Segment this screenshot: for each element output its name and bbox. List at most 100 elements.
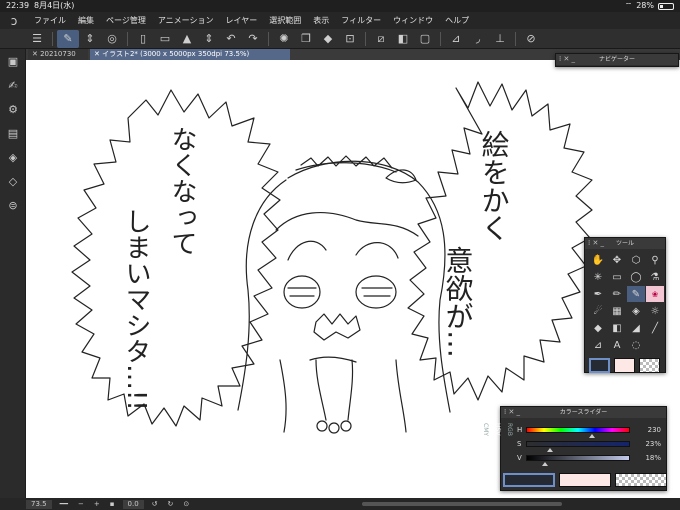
menu-selection[interactable]: 選択範囲 xyxy=(263,15,307,26)
menu-help[interactable]: ヘルプ xyxy=(439,15,475,26)
zoom-out-icon[interactable]: − xyxy=(73,498,89,510)
horizontal-scrollbar[interactable] xyxy=(362,502,562,506)
menu-page[interactable]: ページ管理 xyxy=(100,15,152,26)
mode-tab-hsv[interactable]: HSV xyxy=(491,421,503,438)
brush-add-icon[interactable]: ✍ xyxy=(0,73,26,97)
transparent-color-swatch[interactable] xyxy=(639,358,660,373)
text-tool-icon[interactable]: A xyxy=(608,337,626,353)
menu-file[interactable]: ファイル xyxy=(28,15,72,26)
figure-tool-icon[interactable]: ◢ xyxy=(627,320,645,336)
main-color-swatch[interactable] xyxy=(589,358,610,373)
material-icon[interactable]: ▤ xyxy=(0,121,26,145)
line-tool-icon[interactable]: ╱ xyxy=(646,320,664,336)
selection-icon[interactable]: ▢ xyxy=(414,30,436,48)
updown-arrows-icon[interactable]: ⇕ xyxy=(198,30,220,48)
blend-tool-icon[interactable]: ☼ xyxy=(646,303,664,319)
menu-animation[interactable]: アニメーション xyxy=(152,15,220,26)
gradient-tool-icon[interactable]: ◧ xyxy=(608,320,626,336)
close-icon[interactable]: ✕ xyxy=(32,50,40,58)
document-tab-1[interactable]: ✕ 20210730 xyxy=(28,49,88,60)
fill-bucket-icon[interactable]: ◆ xyxy=(317,30,339,48)
move-tool-icon[interactable]: ✥ xyxy=(608,252,626,268)
close-icon[interactable]: ✕ xyxy=(94,50,102,58)
saturation-slider[interactable] xyxy=(526,441,630,447)
zoom-in-icon[interactable]: + xyxy=(89,498,105,510)
menu-window[interactable]: ウィンドウ xyxy=(387,15,439,26)
redo-icon[interactable]: ↷ xyxy=(242,30,264,48)
object-tool-icon[interactable]: ⬡ xyxy=(627,252,645,268)
menu-edit[interactable]: 編集 xyxy=(72,15,100,26)
airbrush-icon[interactable]: ☄ xyxy=(589,303,607,319)
tool-panel-header[interactable]: ⁞ ✕ _ ツール xyxy=(585,238,665,249)
gradient-icon[interactable]: ▦ xyxy=(608,303,626,319)
lasso-icon[interactable]: ◯ xyxy=(627,269,645,285)
reset-rotation-icon[interactable]: ⊙ xyxy=(178,498,194,510)
new-file-icon[interactable]: ▯ xyxy=(132,30,154,48)
layers-icon[interactable]: ◇ xyxy=(0,169,26,193)
zoom-tool-icon[interactable]: ⚲ xyxy=(646,252,664,268)
pencil-tool-icon[interactable]: ✏ xyxy=(608,286,626,302)
crop-icon[interactable]: ◧ xyxy=(392,30,414,48)
hue-value[interactable]: 230 xyxy=(635,426,661,434)
hand-tool-icon[interactable]: ✋ xyxy=(589,252,607,268)
transparent-color-swatch[interactable] xyxy=(615,473,667,487)
sub-color-swatch[interactable] xyxy=(559,473,611,487)
color-slider-header[interactable]: ⁞ ✕ _ カラースライダー xyxy=(501,407,666,418)
zoom-field[interactable]: 73.5 xyxy=(26,499,52,509)
mode-tab-cmy[interactable]: CMY xyxy=(479,421,491,438)
copy-icon[interactable]: ❐ xyxy=(295,30,317,48)
pen-tool-icon[interactable]: ✒ xyxy=(589,286,607,302)
search-icon[interactable]: ⊜ xyxy=(0,193,26,217)
loading-spinner-icon[interactable]: ✺ xyxy=(273,30,295,48)
rotate-left-icon[interactable]: ↺ xyxy=(147,498,163,510)
rotate-right-icon[interactable]: ↻ xyxy=(163,498,179,510)
value-value[interactable]: 18% xyxy=(635,454,661,462)
edit-ruler-icon[interactable]: ⊘ xyxy=(520,30,542,48)
eyedropper-icon[interactable]: ⚗ xyxy=(646,269,664,285)
menu-view[interactable]: 表示 xyxy=(307,15,335,26)
select-tool-icon[interactable]: ▭ xyxy=(608,269,626,285)
layer-property-icon[interactable]: ◈ xyxy=(0,145,26,169)
hue-slider-thumb[interactable] xyxy=(589,434,596,438)
fill-tool-icon[interactable]: ◆ xyxy=(589,320,607,336)
ruler-icon[interactable]: ⊿ xyxy=(445,30,467,48)
pen-tool-icon[interactable]: ✎ xyxy=(57,29,79,48)
menu-filter[interactable]: フィルター xyxy=(335,15,387,26)
sub-color-swatch[interactable] xyxy=(614,358,635,373)
document-tab-2[interactable]: ✕ イラスト2* (3000 x 5000px 350dpi 73.5%) xyxy=(90,49,290,60)
fit-icon[interactable]: ▪ xyxy=(105,498,120,510)
ruler-tool-icon[interactable]: ⊿ xyxy=(589,337,607,353)
brush-settings-icon[interactable]: ◎ xyxy=(101,30,123,48)
app-logo-icon[interactable]: ↄ xyxy=(0,14,28,28)
balloon-tool-icon[interactable]: ◌ xyxy=(627,337,645,353)
magic-wand-icon[interactable]: ✳ xyxy=(589,269,607,285)
value-slider-thumb[interactable] xyxy=(541,462,548,466)
value-slider[interactable] xyxy=(526,455,630,461)
tool-panel: ⁞ ✕ _ ツール ✋ ✥ ⬡ ⚲ ✳ ▭ ◯ ⚗ ✒ ✏ ✎ ❀ ☄ ▦ ◈ … xyxy=(584,237,666,373)
eraser-icon[interactable]: ◈ xyxy=(627,303,645,319)
hamburger-menu-icon[interactable]: ☰ xyxy=(26,30,48,48)
updown-arrows-icon[interactable]: ⇕ xyxy=(79,30,101,48)
rotation-field[interactable]: 0.0 xyxy=(122,499,144,509)
hue-slider[interactable] xyxy=(526,427,630,433)
saturation-slider-thumb[interactable] xyxy=(546,448,553,452)
transform-icon[interactable]: ⊡ xyxy=(339,30,361,48)
navigator-panel-header[interactable]: ⁞ ✕ _ ナビゲーター xyxy=(556,54,678,65)
zoom-slider-icon[interactable]: ━━ xyxy=(55,498,73,510)
value-slider-row: V 18% xyxy=(517,453,665,466)
ruler-curve-icon[interactable]: ◞ xyxy=(467,30,489,48)
ruler-line-icon[interactable]: ⊥ xyxy=(489,30,511,48)
save-icon[interactable]: ▲ xyxy=(176,30,198,48)
clear-selection-icon[interactable]: ⧄ xyxy=(370,30,392,48)
saturation-value[interactable]: 23% xyxy=(635,440,661,448)
brush-tool-icon[interactable]: ✎ xyxy=(627,286,645,302)
mode-tab-rgb[interactable]: RGB xyxy=(503,421,515,438)
brush-settings-icon[interactable]: ⚙ xyxy=(0,97,26,121)
decoration-tool-icon[interactable]: ❀ xyxy=(646,286,664,302)
undo-icon[interactable]: ↶ xyxy=(220,30,242,48)
tool-grid: ✋ ✥ ⬡ ⚲ ✳ ▭ ◯ ⚗ ✒ ✏ ✎ ❀ ☄ ▦ ◈ ☼ ◆ ◧ ◢ ╱ … xyxy=(585,249,665,355)
menu-layer[interactable]: レイヤー xyxy=(220,15,264,26)
main-color-swatch[interactable] xyxy=(503,473,555,487)
panel-toggle-icon[interactable]: ▣ xyxy=(0,49,26,73)
open-folder-icon[interactable]: ▭ xyxy=(154,30,176,48)
